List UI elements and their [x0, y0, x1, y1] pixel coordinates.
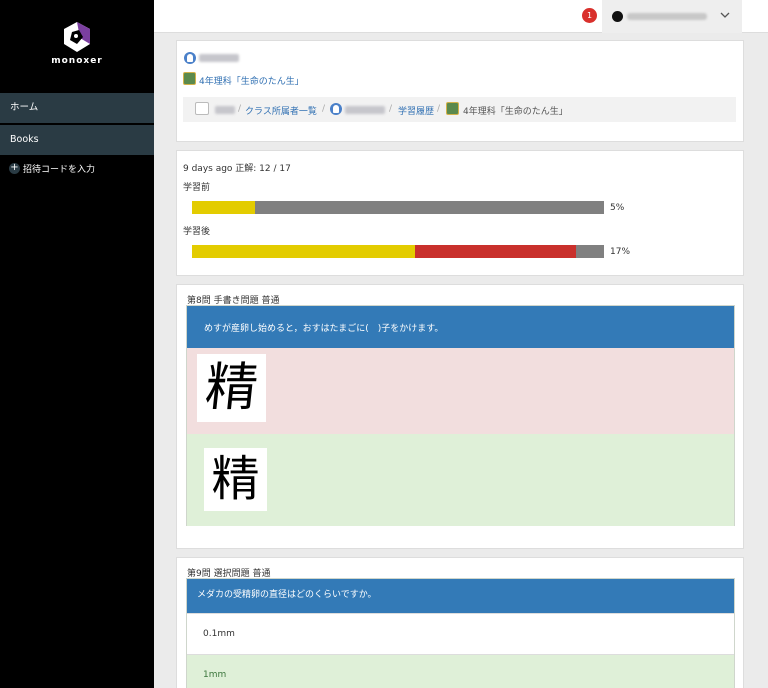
after-percent: 17% [610, 247, 631, 257]
stats-card: 9 days ago 正解: 12 / 17 学習前 5% 学習後 17% [176, 150, 744, 276]
top-bar: 1 [154, 0, 768, 33]
after-correct-segment [192, 245, 415, 258]
before-correct-segment [192, 201, 256, 214]
sidebar: monoxer ホーム Books + 招待コードを入力 [0, 0, 154, 688]
question-9-card: 第9問 選択問題 普通 メダカの受精卵の直径はどのくらいですか。 0.1mm 1… [176, 557, 744, 688]
breadcrumb-separator: / [389, 104, 393, 114]
user-email-redacted [627, 13, 707, 20]
question-box: めすが産卵し始めると，おすはたまごに( )子をかけます。 精 精 [186, 305, 735, 526]
student-header-card: 4年理科「生命のたん生」 / クラス所属者一覧 / / 学習履歴 / 4年理科「… [176, 40, 744, 142]
correct-answer-image: 精 [204, 448, 267, 511]
stats-summary: 9 days ago 正解: 12 / 17 [183, 164, 291, 174]
student-name-redacted[interactable] [345, 106, 385, 114]
invite-code-link[interactable]: + 招待コードを入力 [9, 162, 95, 175]
notification-badge[interactable]: 1 [582, 8, 597, 23]
user-avatar [612, 11, 623, 22]
class-icon [195, 102, 209, 115]
book-icon [183, 72, 196, 85]
user-icon [184, 52, 196, 64]
student-name-redacted [199, 54, 239, 62]
book-title-link[interactable]: 4年理科「生命のたん生」 [199, 74, 304, 87]
after-progress-bar [192, 245, 604, 258]
breadcrumb-class-list[interactable]: クラス所属者一覧 [245, 104, 317, 117]
sidebar-item-home[interactable]: ホーム [0, 93, 154, 123]
plus-icon: + [9, 162, 20, 174]
user-answer-row: 精 [187, 348, 734, 434]
sidebar-item-label: ホーム [10, 102, 39, 113]
invite-code-label: 招待コードを入力 [23, 165, 96, 175]
monoxer-logo[interactable]: monoxer [0, 20, 154, 66]
handwritten-answer: 精 [202, 358, 261, 418]
correct-answer: 精 [211, 451, 260, 507]
handwritten-answer-image: 精 [197, 354, 266, 422]
class-name-redacted[interactable] [215, 106, 235, 114]
before-label: 学習前 [183, 183, 211, 193]
book-icon [446, 102, 459, 115]
question-box: メダカの受精卵の直径はどのくらいですか。 0.1mm 1mm [186, 578, 735, 688]
sidebar-item-books[interactable]: Books [0, 125, 154, 155]
breadcrumb-separator: / [437, 104, 441, 114]
question-text: めすが産卵し始めると，おすはたまごに( )子をかけます。 [187, 306, 734, 348]
after-label: 学習後 [183, 227, 211, 237]
question-text: メダカの受精卵の直径はどのくらいですか。 [187, 579, 734, 613]
breadcrumb-book: 4年理科「生命のたん生」 [463, 107, 568, 117]
before-percent: 5% [610, 203, 625, 213]
breadcrumb-history[interactable]: 学習履歴 [398, 104, 434, 117]
chevron-down-icon [720, 12, 730, 18]
sidebar-item-label: Books [10, 134, 39, 145]
option-2-correct: 1mm [187, 654, 734, 688]
breadcrumb-separator: / [322, 104, 326, 114]
user-menu[interactable] [602, 0, 742, 33]
after-wrong-segment [414, 245, 577, 258]
before-progress-bar [192, 201, 604, 214]
breadcrumb-separator: / [238, 104, 242, 114]
correct-answer-row: 精 [187, 434, 734, 526]
monoxer-logo-icon [64, 22, 90, 52]
user-icon [330, 103, 342, 115]
option-1: 0.1mm [187, 613, 734, 654]
question-8-card: 第8問 手書き問題 普通 めすが産卵し始めると，おすはたまごに( )子をかけます… [176, 284, 744, 549]
logo-text: monoxer [51, 56, 103, 66]
breadcrumb: / クラス所属者一覧 / / 学習履歴 / 4年理科「生命のたん生」 [183, 97, 736, 122]
